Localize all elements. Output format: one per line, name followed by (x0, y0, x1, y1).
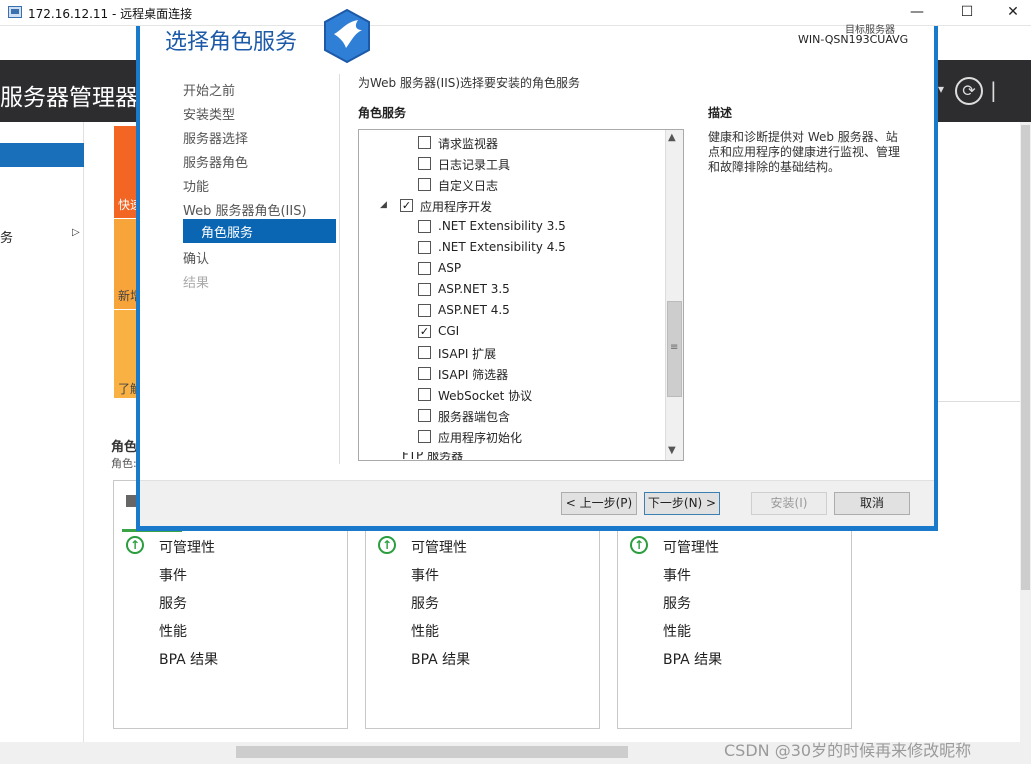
tree-item-asp-net-45[interactable]: ASP.NET 4.5 (438, 303, 510, 317)
card-row-bpa[interactable]: BPA 结果 (159, 649, 218, 669)
checkbox-asp-net-35[interactable] (418, 283, 431, 296)
checkbox-asp-net-45[interactable] (418, 304, 431, 317)
tree-item-cgi[interactable]: CGI (438, 324, 459, 338)
card-row-services[interactable]: 服务 (663, 593, 691, 613)
nav-item-role-services-label: 角色服务 (201, 226, 254, 241)
card-row-manageability[interactable]: 可管理性 (159, 537, 215, 557)
card-row-manageability[interactable]: 可管理性 (663, 537, 719, 557)
horizontal-scrollbar-thumb[interactable] (236, 746, 628, 758)
nav-item-confirmation[interactable]: 确认 (183, 248, 209, 267)
checkbox-application-development[interactable]: ✓ (400, 199, 413, 212)
server-manager-sidebar (0, 122, 84, 742)
install-button[interactable]: 安装(I) (751, 492, 827, 515)
card-row-manageability[interactable]: 可管理性 (411, 537, 467, 557)
tree-item-net-ext-35[interactable]: .NET Extensibility 3.5 (438, 219, 566, 233)
chevron-down-icon[interactable]: ▾ (938, 82, 944, 96)
description-text: 健康和诊断提供对 Web 服务器、站点和应用程序的健康进行监视、管理和故障排除的… (708, 130, 901, 174)
checkbox-asp[interactable] (418, 262, 431, 275)
tree-item-ssi[interactable]: 服务器端包含 (438, 408, 510, 425)
dashboard-right-area (938, 122, 1020, 402)
card-row-performance[interactable]: 性能 (159, 621, 187, 641)
tree-item-logging-tools[interactable]: 日志记录工具 (438, 156, 510, 173)
nav-item-web-server-role[interactable]: Web 服务器角色(IIS) (183, 200, 307, 219)
tree-item-application-development[interactable]: 应用程序开发 (420, 198, 492, 215)
card-row-services[interactable]: 服务 (411, 593, 439, 613)
tree-item-isapi-filter[interactable]: ISAPI 筛选器 (438, 366, 508, 383)
nav-item-installation-type[interactable]: 安装类型 (183, 104, 235, 123)
sidebar-item-selected[interactable] (0, 143, 84, 167)
role-services-tree[interactable] (358, 129, 684, 461)
status-ok-icon: ↑ (126, 536, 144, 554)
card-row-performance[interactable]: 性能 (411, 621, 439, 641)
checkbox-isapi-ext[interactable] (418, 346, 431, 359)
checkbox-app-init[interactable] (418, 430, 431, 443)
nav-item-features[interactable]: 功能 (183, 176, 209, 195)
tree-item-net-ext-45[interactable]: .NET Extensibility 4.5 (438, 240, 566, 254)
checkbox-websocket[interactable] (418, 388, 431, 401)
rdp-window-title: 172.16.12.11 - 远程桌面连接 (28, 7, 193, 21)
scroll-up-icon[interactable]: ▲ (668, 132, 676, 143)
nav-item-server-roles[interactable]: 服务器角色 (183, 152, 248, 171)
scroll-down-icon[interactable]: ▼ (668, 445, 676, 456)
tree-item-custom-logging[interactable]: 自定义日志 (438, 177, 498, 194)
watermark: CSDN @30岁的时候再来修改昵称 (724, 741, 972, 760)
close-button[interactable]: ✕ (990, 0, 1031, 26)
roles-section-title: 角色 (111, 440, 138, 455)
server-manager-title: 服务器管理器 (0, 85, 138, 111)
description-label: 描述 (708, 106, 733, 120)
wizard-title: 选择角色服务 (165, 30, 298, 55)
vertical-scrollbar-thumb[interactable] (1021, 125, 1030, 590)
role-services-label: 角色服务 (358, 106, 407, 120)
nav-item-results: 结果 (183, 276, 210, 291)
tree-item-ftp-server[interactable]: FTP 服务器 (402, 452, 463, 460)
card-row-events[interactable]: 事件 (411, 565, 439, 585)
scroll-grip-icon: ≡ (670, 342, 679, 353)
checkbox-net-ext-35[interactable] (418, 220, 431, 233)
maximize-button[interactable]: ☐ (944, 0, 990, 26)
cancel-button[interactable]: 取消 (834, 492, 910, 515)
tree-item-websocket[interactable]: WebSocket 协议 (438, 387, 532, 404)
header-divider: | (990, 78, 997, 102)
nav-item-before-you-begin[interactable]: 开始之前 (183, 80, 235, 99)
nav-divider (339, 74, 340, 464)
status-ok-icon: ↑ (630, 536, 648, 554)
nav-item-server-selection[interactable]: 服务器选择 (183, 128, 248, 147)
checkbox-ssi[interactable] (418, 409, 431, 422)
tree-item-app-init[interactable]: 应用程序初始化 (438, 429, 522, 446)
checkbox-cgi[interactable]: ✓ (418, 325, 431, 338)
collapse-icon[interactable]: ◢ (380, 200, 387, 210)
card-row-events[interactable]: 事件 (663, 565, 691, 585)
checkbox-request-monitor[interactable] (418, 136, 431, 149)
refresh-icon[interactable]: ⟳ (955, 77, 983, 105)
sidebar-item-services[interactable]: 务 (0, 227, 13, 246)
roles-section-subtitle: 角色: (111, 457, 137, 470)
card-row-services[interactable]: 服务 (159, 593, 187, 613)
card-row-performance[interactable]: 性能 (663, 621, 691, 641)
next-button[interactable]: 下一步(N) > (644, 492, 720, 515)
card-row-bpa[interactable]: BPA 结果 (663, 649, 722, 669)
tree-item-isapi-ext[interactable]: ISAPI 扩展 (438, 345, 496, 362)
server-manager-logo-icon (324, 8, 370, 64)
tree-item-request-monitor[interactable]: 请求监视器 (438, 135, 498, 152)
tree-item-asp[interactable]: ASP (438, 261, 461, 275)
status-ok-icon: ↑ (378, 536, 396, 554)
card-row-bpa[interactable]: BPA 结果 (411, 649, 470, 669)
tree-row-clip: FTP 服务器 (383, 452, 663, 460)
minimize-button[interactable]: — (894, 0, 940, 26)
checkbox-isapi-filter[interactable] (418, 367, 431, 380)
previous-button[interactable]: < 上一步(P) (561, 492, 637, 515)
card-row-events[interactable]: 事件 (159, 565, 187, 585)
tree-scrollbar[interactable] (665, 130, 683, 460)
checkbox-net-ext-45[interactable] (418, 241, 431, 254)
tree-item-asp-net-35[interactable]: ASP.NET 3.5 (438, 282, 510, 296)
content-heading: 为Web 服务器(IIS)选择要安装的角色服务 (358, 76, 581, 90)
remote-desktop-icon (8, 6, 22, 18)
checkbox-custom-logging[interactable] (418, 178, 431, 191)
target-server-name: WIN-QSN193CUAVG (798, 33, 909, 46)
checkbox-logging-tools[interactable] (418, 157, 431, 170)
chevron-right-icon[interactable]: ▷ (72, 227, 80, 238)
